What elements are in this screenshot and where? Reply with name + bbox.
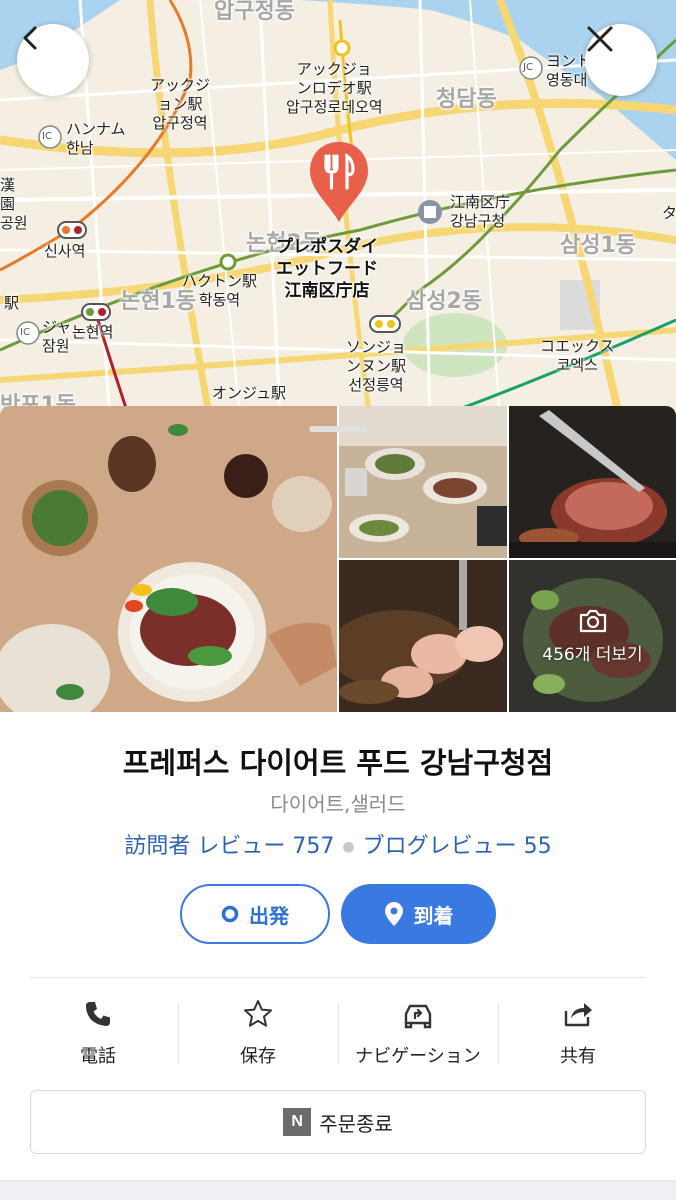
photo-3[interactable] <box>509 406 676 558</box>
visitor-reviews-link[interactable]: 訪問者 レビュー 757 <box>124 834 334 859</box>
photo-gallery: 456개 더보기 <box>0 406 676 712</box>
place-pin-label[interactable]: プレポスダイ エットフード 江南区庁店 <box>276 236 378 302</box>
place-category: 다이어트,샐러드 <box>270 792 406 816</box>
review-summary: 訪問者 レビュー 757 ● ブログレビュー 55 <box>0 828 676 860</box>
map-label-station-partial: 駅 <box>4 294 20 312</box>
map-label-gangnam-office[interactable]: 江南区庁 강남구청 <box>450 193 510 231</box>
photo-more-tile[interactable]: 456개 더보기 <box>509 560 676 712</box>
naver-logo: N <box>283 1108 312 1136</box>
save-label: 保存 <box>240 1046 276 1067</box>
bottom-strip <box>0 1180 676 1200</box>
photo-main[interactable] <box>0 406 337 712</box>
restaurant-pin-icon <box>310 142 368 222</box>
share-action[interactable]: 共有 <box>498 994 658 1074</box>
map-label-jamwon: ジャ 잠원 <box>42 318 72 355</box>
map-jc-label: JC <box>523 62 533 73</box>
place-title: 프레퍼스 다이어트 푸드 강남구청점 <box>122 746 554 780</box>
place-pin[interactable] <box>307 140 371 224</box>
arrive-label: 到着 <box>413 903 454 928</box>
star-icon <box>242 996 274 1032</box>
map-label-seonjeongneung-station[interactable]: ソンジョ ンヌン駅 선정릉역 <box>346 338 406 395</box>
order-status-label: 주문종료 <box>319 1111 393 1136</box>
food-photo-image <box>0 406 337 712</box>
close-icon <box>587 26 613 52</box>
map-label-sinsa-station[interactable]: 신사역 <box>44 242 85 261</box>
share-icon <box>562 996 594 1032</box>
map-label-park-partial: 漢 園 공원 <box>0 176 28 232</box>
map-label-apgujeong-station[interactable]: アックジ ョン駅 압구정역 <box>150 76 210 133</box>
save-action[interactable]: 保存 <box>178 994 338 1074</box>
camera-icon <box>579 609 606 632</box>
map-label-ta-partial: タ <box>662 204 676 222</box>
phone-icon <box>83 996 113 1032</box>
phone-label: 電話 <box>80 1046 116 1067</box>
map-ic-label-2: IC <box>20 327 30 338</box>
depart-label: 出発 <box>249 903 289 928</box>
map-label-cheongdam-dong: 청담동 <box>436 87 497 112</box>
arrive-button[interactable]: 到着 <box>341 884 496 944</box>
depart-button[interactable]: 出発 <box>180 884 330 944</box>
action-bar: 電話 保存 ナビゲーション 共有 <box>18 994 658 1074</box>
map-label-coex[interactable]: コエックス 코엑스 <box>540 337 615 375</box>
map-view[interactable]: 압구정동 アックジ ョン駅 압구정역 アックジョ ンロデオ駅 압구정로데오역 청… <box>0 0 676 420</box>
order-status-button[interactable]: N 주문종료 <box>30 1090 646 1154</box>
blog-reviews-link[interactable]: ブログレビュー 55 <box>363 834 552 859</box>
map-label-eonju-station[interactable]: オンジュ駅 <box>212 384 286 403</box>
map-label-apgujeong-rodeo-station[interactable]: アックジョ ンロデオ駅 압구정로데오역 <box>286 60 383 117</box>
phone-action[interactable]: 電話 <box>18 994 178 1074</box>
navigation-label: ナビゲーション <box>355 1046 481 1067</box>
map-label-samseong1-dong: 삼성1동 <box>560 233 637 258</box>
divider <box>30 977 646 978</box>
photo-4[interactable] <box>339 560 507 712</box>
place-detail-panel: 456개 더보기 프레퍼스 다이어트 푸드 강남구청점 다이어트,샐러드 訪問者… <box>0 406 676 1200</box>
location-pin-icon <box>384 901 404 927</box>
drag-handle[interactable] <box>309 426 367 432</box>
navigation-action[interactable]: ナビゲーション <box>338 994 498 1074</box>
close-button[interactable] <box>585 24 657 96</box>
map-label-nonhyeon-station[interactable]: 논현역 <box>72 323 113 342</box>
share-label: 共有 <box>560 1046 596 1067</box>
photo-more-label: 456개 더보기 <box>542 644 643 665</box>
back-button[interactable] <box>17 24 89 96</box>
map-label-apgujeong-dong: 압구정동 <box>214 0 295 24</box>
map-label-samseong2-dong: 삼성2동 <box>406 289 483 314</box>
map-label-nonhyeon1-dong: 논현1동 <box>120 289 197 314</box>
separator-dot: ● <box>342 839 355 855</box>
map-label-hannam: ハンナム 한남 <box>66 120 126 157</box>
food-photo-image <box>509 406 676 558</box>
chevron-left-icon <box>23 26 37 50</box>
car-navigation-icon <box>401 996 435 1032</box>
food-photo-image <box>339 560 507 712</box>
photo-more-overlay[interactable]: 456개 더보기 <box>509 560 676 712</box>
origin-dot-icon <box>221 905 239 923</box>
map-ic-label: IC <box>42 131 52 142</box>
